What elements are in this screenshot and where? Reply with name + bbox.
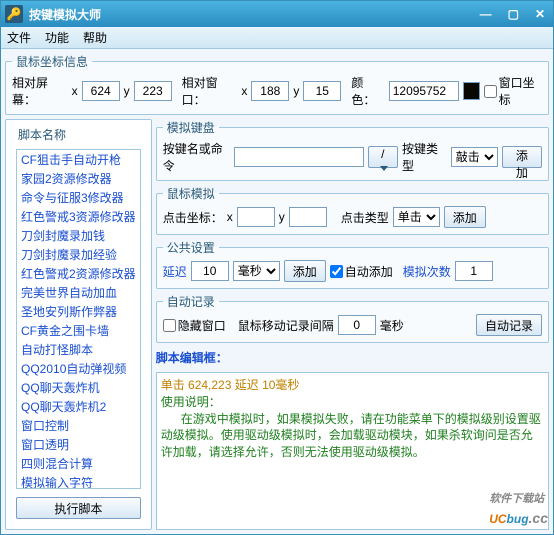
content: 鼠标坐标信息 相对屏幕： x y 相对窗口： x y 颜色： 窗口坐标	[1, 49, 553, 534]
auto-record-button[interactable]: 自动记录	[476, 314, 542, 336]
sidebar-legend: 脚本名称	[12, 124, 145, 145]
script-list-item[interactable]: QQ聊天轰炸机2	[17, 397, 140, 416]
key-name-input[interactable]	[234, 147, 364, 167]
common-add-button[interactable]: 添加	[284, 260, 326, 282]
minimize-button[interactable]: —	[476, 7, 496, 21]
screen-x-input[interactable]	[82, 81, 120, 101]
auto-add-checkbox[interactable]: 自动添加	[330, 263, 393, 280]
script-list-item[interactable]: 家园2资源修改器	[17, 169, 140, 188]
editor-label: 脚本编辑框：	[156, 347, 549, 368]
chevron-down-icon	[380, 166, 388, 171]
window-controls: — ▢ ✕	[476, 7, 549, 21]
maximize-button[interactable]: ▢	[504, 7, 523, 21]
script-list-item[interactable]: 刀剑封魔录加钱	[17, 226, 140, 245]
script-list-item[interactable]: QQ聊天轰炸机	[17, 378, 140, 397]
right-column: 模拟键盘 按键名或命令 / 按键类型 敲击 添加 鼠标模拟 点击坐标： x	[156, 119, 549, 530]
script-list-item[interactable]: 刀剑封魔录加经验	[17, 245, 140, 264]
rel-screen-label: 相对屏幕：	[12, 74, 68, 108]
window-x-input[interactable]	[251, 81, 289, 101]
keyboard-add-button[interactable]: 添加	[502, 146, 542, 168]
color-swatch	[463, 82, 480, 100]
color-input[interactable]	[389, 81, 459, 101]
delay-unit-select[interactable]: 毫秒	[233, 261, 280, 281]
common-group: 公共设置 延迟 毫秒 添加 自动添加 模拟次数	[156, 239, 549, 289]
script-list-item[interactable]: CF黄金之围卡墙	[17, 321, 140, 340]
screen-y-input[interactable]	[134, 81, 172, 101]
hide-window-checkbox[interactable]: 隐藏窗口	[163, 317, 226, 334]
mouse-add-button[interactable]: 添加	[444, 206, 486, 228]
script-list-item[interactable]: 四则混合计算	[17, 454, 140, 473]
window-title: 按键模拟大师	[29, 6, 476, 23]
menubar: 文件 功能 帮助	[1, 27, 553, 49]
menu-func[interactable]: 功能	[45, 29, 69, 46]
keyboard-group: 模拟键盘 按键名或命令 / 按键类型 敲击 添加	[156, 119, 549, 181]
mouse-y-input[interactable]	[289, 207, 327, 227]
delay-input[interactable]	[191, 261, 229, 281]
click-type-select[interactable]: 单击	[393, 207, 440, 227]
color-label: 颜色：	[351, 74, 384, 108]
mouse-group: 鼠标模拟 点击坐标： x y 点击类型 单击 添加	[156, 185, 549, 235]
script-list[interactable]: CF狙击手自动开枪家园2资源修改器命令与征服3修改器红色警戒3资源修改器刀剑封魔…	[16, 149, 141, 489]
script-list-item[interactable]: 圣地安列斯作弊器	[17, 302, 140, 321]
key-type-select[interactable]: 敲击	[451, 147, 498, 167]
script-list-item[interactable]: 窗口透明	[17, 435, 140, 454]
script-list-item[interactable]: QQ2010自动弹视频	[17, 359, 140, 378]
script-sidebar: 脚本名称 CF狙击手自动开枪家园2资源修改器命令与征服3修改器红色警戒3资源修改…	[5, 119, 152, 530]
script-list-item[interactable]: 命令与征服3修改器	[17, 188, 140, 207]
titlebar: 🔑 按键模拟大师 — ▢ ✕	[1, 1, 553, 27]
execute-script-button[interactable]: 执行脚本	[16, 497, 141, 519]
app-icon: 🔑	[5, 5, 23, 23]
mouse-x-input[interactable]	[237, 207, 275, 227]
record-group: 自动记录 隐藏窗口 鼠标移动记录间隔 毫秒 自动记录	[156, 293, 549, 343]
key-pick-button[interactable]: /	[368, 146, 398, 168]
coord-group: 鼠标坐标信息 相对屏幕： x y 相对窗口： x y 颜色： 窗口坐标	[5, 53, 549, 115]
script-list-item[interactable]: 自动打怪脚本	[17, 340, 140, 359]
menu-help[interactable]: 帮助	[83, 29, 107, 46]
script-list-item[interactable]: 红色警戒2资源修改器	[17, 264, 140, 283]
script-list-item[interactable]: 完美世界自动加血	[17, 283, 140, 302]
interval-input[interactable]	[338, 315, 376, 335]
app-window: 🔑 按键模拟大师 — ▢ ✕ 文件 功能 帮助 鼠标坐标信息 相对屏幕： x y…	[0, 0, 554, 535]
coord-legend: 鼠标坐标信息	[12, 53, 92, 70]
close-button[interactable]: ✕	[531, 7, 549, 21]
rel-window-label: 相对窗口：	[182, 74, 238, 108]
script-list-item[interactable]: 窗口控制	[17, 416, 140, 435]
script-editor[interactable]: 单击 624,223 延迟 10毫秒 使用说明： 在游戏中模拟时，如果模拟失败，…	[156, 372, 549, 530]
menu-file[interactable]: 文件	[7, 29, 31, 46]
script-list-item[interactable]: CF狙击手自动开枪	[17, 150, 140, 169]
script-list-item[interactable]: 模拟输入字符	[17, 473, 140, 489]
window-coord-checkbox[interactable]: 窗口坐标	[484, 74, 542, 108]
window-y-input[interactable]	[303, 81, 341, 101]
script-list-item[interactable]: 红色警戒3资源修改器	[17, 207, 140, 226]
times-input[interactable]	[455, 261, 493, 281]
